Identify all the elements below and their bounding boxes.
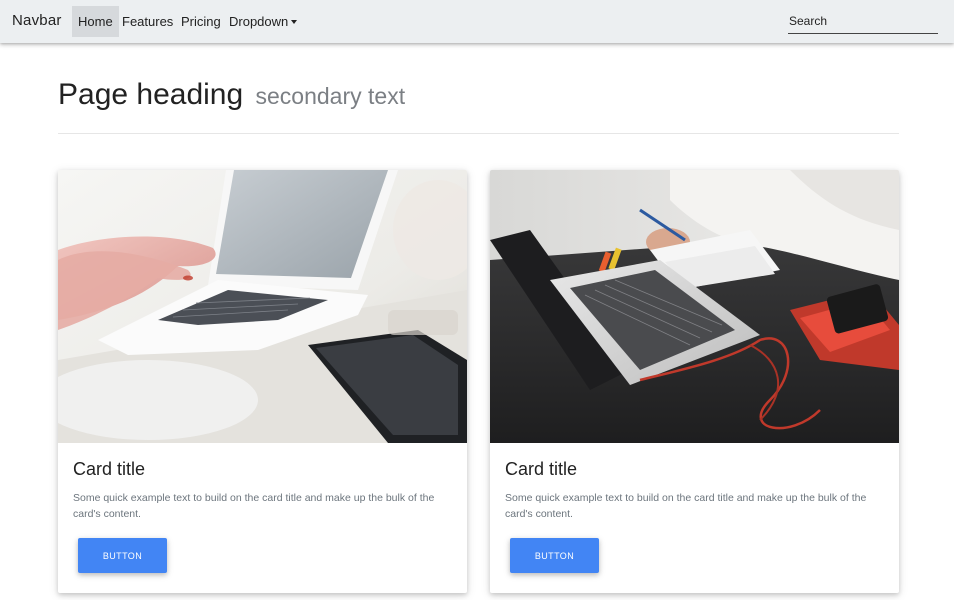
page-heading-secondary: secondary text [255,83,406,109]
card-text: Some quick example text to build on the … [505,492,867,520]
navbar: Navbar Home Features Pricing Dropdown [0,0,954,43]
search-input[interactable] [788,9,938,34]
card: Card title Some quick example text to bu… [490,170,899,593]
card-button[interactable]: BUTTON [510,538,599,573]
card-text: Some quick example text to build on the … [73,492,435,520]
page-heading: Page heading secondary text [58,78,405,112]
nav-item-dropdown[interactable]: Dropdown [223,6,303,37]
laptop-desk-photo-icon [490,170,899,443]
card-title: Card title [73,459,146,479]
caret-down-icon [291,20,298,24]
nav-item-home[interactable]: Home [72,6,119,37]
nav-item-pricing[interactable]: Pricing [175,6,227,37]
card-title: Card title [505,459,578,479]
laptop-hands-photo-icon [58,170,467,443]
navbar-brand[interactable]: Navbar [12,12,62,29]
heading-divider [58,133,899,134]
card-image-laptop-desk [490,170,899,443]
card: Card title Some quick example text to bu… [58,170,467,593]
page-title: Page heading [58,78,244,111]
nav-item-dropdown-label: Dropdown [229,14,289,29]
card-button[interactable]: BUTTON [78,538,167,573]
nav-item-features[interactable]: Features [116,6,179,37]
card-image-laptop-hands [58,170,467,443]
